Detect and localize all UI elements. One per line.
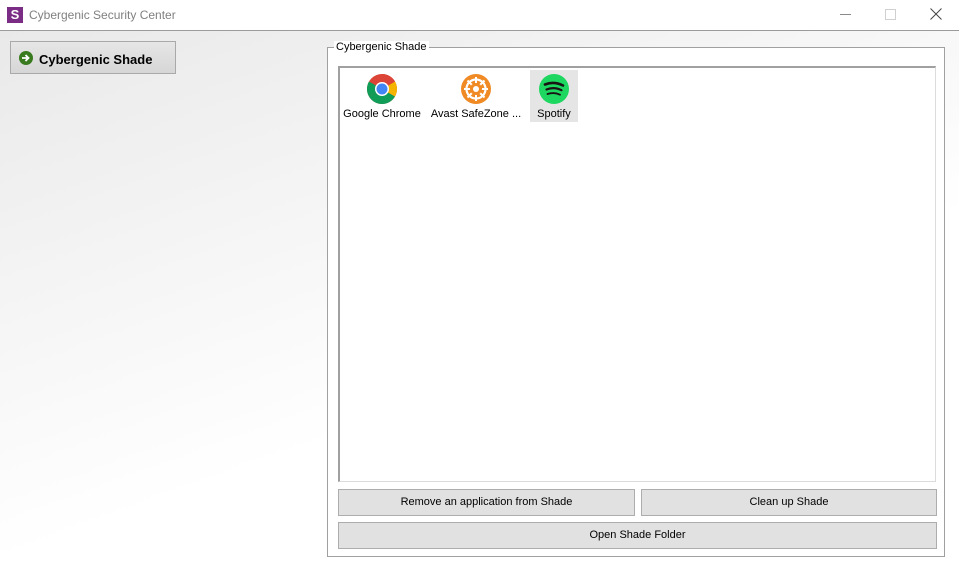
chrome-icon (366, 74, 398, 104)
close-button[interactable] (913, 0, 959, 30)
spotify-icon (539, 74, 569, 104)
avast-safezone-icon (461, 74, 491, 104)
app-logo-icon: S (7, 7, 23, 23)
list-item-label: Spotify (537, 108, 571, 120)
sidebar-item-cybergenic-shade[interactable]: Cybergenic Shade (10, 41, 176, 74)
list-item-avast-safezone[interactable]: Avast SafeZone ... (428, 70, 524, 122)
list-item-label: Google Chrome (343, 108, 421, 120)
window-body: Cybergenic Shade Cybergenic Shade Google… (0, 31, 959, 567)
arrow-right-icon (19, 51, 33, 65)
shade-groupbox: Cybergenic Shade Google Chrome Avast Saf… (327, 41, 945, 557)
window-title: Cybergenic Security Center (29, 8, 176, 22)
list-item-spotify[interactable]: Spotify (530, 70, 578, 122)
minimize-button[interactable] (822, 0, 868, 30)
title-bar: S Cybergenic Security Center (0, 0, 959, 31)
groupbox-title: Cybergenic Shade (334, 41, 429, 53)
list-item-label: Avast SafeZone ... (430, 108, 522, 120)
list-item-google-chrome[interactable]: Google Chrome (342, 70, 422, 122)
remove-application-button[interactable]: Remove an application from Shade (338, 489, 635, 516)
clean-up-shade-button[interactable]: Clean up Shade (641, 489, 937, 516)
open-shade-folder-button[interactable]: Open Shade Folder (338, 522, 937, 549)
shaded-apps-list[interactable]: Google Chrome Avast SafeZone ... Spotify (338, 66, 936, 482)
sidebar-item-label: Cybergenic Shade (39, 52, 153, 67)
maximize-button[interactable] (867, 0, 913, 30)
close-icon (930, 8, 942, 20)
